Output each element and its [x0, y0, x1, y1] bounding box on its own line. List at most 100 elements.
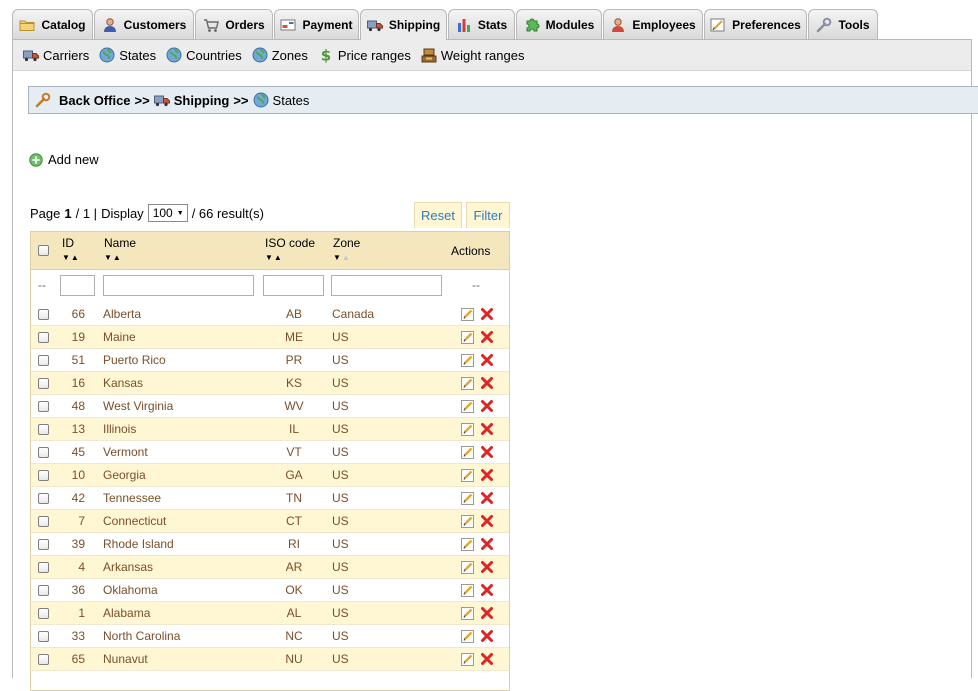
row-checkbox[interactable]	[38, 309, 49, 320]
row-checkbox[interactable]	[38, 447, 49, 458]
row-checkbox[interactable]	[38, 493, 49, 504]
table-row[interactable]: 42 Tennessee TN US	[31, 487, 509, 510]
tab-payment[interactable]: Payment	[274, 9, 359, 39]
edit-icon[interactable]	[461, 514, 475, 528]
subnav-zones[interactable]: Zones	[252, 47, 308, 63]
breadcrumb-root[interactable]: Back Office	[59, 93, 131, 108]
reset-button[interactable]: Reset	[414, 202, 462, 228]
filter-iso-input[interactable]	[263, 275, 324, 296]
tab-preferences[interactable]: Preferences	[704, 9, 807, 39]
row-checkbox[interactable]	[38, 608, 49, 619]
delete-icon[interactable]	[480, 629, 494, 643]
delete-icon[interactable]	[480, 468, 494, 482]
delete-icon[interactable]	[480, 353, 494, 367]
table-row[interactable]: 10 Georgia GA US	[31, 464, 509, 487]
sort-iso-arrows[interactable]: ▼▲	[265, 253, 283, 262]
tab-shipping[interactable]: Shipping	[360, 9, 447, 40]
subnav-countries[interactable]: Countries	[166, 47, 242, 63]
cell-zone: US	[332, 652, 349, 666]
row-checkbox[interactable]	[38, 332, 49, 343]
delete-icon[interactable]	[480, 399, 494, 413]
delete-icon[interactable]	[480, 583, 494, 597]
table-row[interactable]: 7 Connecticut CT US	[31, 510, 509, 533]
delete-icon[interactable]	[480, 422, 494, 436]
filter-name-input[interactable]	[103, 275, 254, 296]
cell-zone: US	[332, 514, 349, 528]
edit-icon[interactable]	[461, 652, 475, 666]
sort-zone-arrows[interactable]: ▼▲	[333, 253, 351, 262]
subnav-states[interactable]: States	[99, 47, 156, 63]
table-row[interactable]: 4 Arkansas AR US	[31, 556, 509, 579]
filter-button[interactable]: Filter	[466, 202, 510, 228]
row-checkbox[interactable]	[38, 516, 49, 527]
delete-icon[interactable]	[480, 560, 494, 574]
cell-id: 13	[71, 422, 85, 436]
filter-id-input[interactable]	[60, 275, 95, 296]
edit-icon[interactable]	[461, 399, 475, 413]
tab-catalog[interactable]: Catalog	[12, 9, 93, 39]
table-row[interactable]: 1 Alabama AL US	[31, 602, 509, 625]
breadcrumb-section[interactable]: Shipping	[174, 93, 230, 108]
edit-icon[interactable]	[461, 491, 475, 505]
tab-customers[interactable]: Customers	[94, 9, 194, 39]
select-all-checkbox[interactable]	[38, 245, 49, 256]
row-checkbox[interactable]	[38, 631, 49, 642]
sort-name-arrows[interactable]: ▼▲	[104, 253, 122, 262]
delete-icon[interactable]	[480, 537, 494, 551]
edit-icon[interactable]	[461, 422, 475, 436]
edit-icon[interactable]	[461, 629, 475, 643]
row-checkbox[interactable]	[38, 470, 49, 481]
table-row[interactable]: 16 Kansas KS US	[31, 372, 509, 395]
edit-icon[interactable]	[461, 606, 475, 620]
tab-stats[interactable]: Stats	[448, 9, 515, 39]
row-checkbox[interactable]	[38, 378, 49, 389]
edit-icon[interactable]	[461, 376, 475, 390]
tab-orders[interactable]: Orders	[195, 9, 273, 39]
tab-employees[interactable]: Employees	[603, 9, 703, 39]
subnav-price-ranges[interactable]: $ Price ranges	[318, 47, 411, 65]
edit-icon[interactable]	[461, 468, 475, 482]
row-checkbox[interactable]	[38, 585, 49, 596]
table-row[interactable]: 51 Puerto Rico PR US	[31, 349, 509, 372]
row-checkbox[interactable]	[38, 355, 49, 366]
table-row[interactable]: 39 Rhode Island RI US	[31, 533, 509, 556]
sort-id-arrows[interactable]: ▼▲	[62, 253, 80, 262]
table-row[interactable]: 65 Nunavut NU US	[31, 648, 509, 671]
add-new-link[interactable]: Add new	[29, 152, 99, 167]
table-row[interactable]: 36 Oklahoma OK US	[31, 579, 509, 602]
delete-icon[interactable]	[480, 445, 494, 459]
row-checkbox[interactable]	[38, 424, 49, 435]
delete-icon[interactable]	[480, 652, 494, 666]
table-row[interactable]: 33 North Carolina NC US	[31, 625, 509, 648]
edit-icon[interactable]	[461, 445, 475, 459]
table-row[interactable]: 48 West Virginia WV US	[31, 395, 509, 418]
edit-icon[interactable]	[461, 307, 475, 321]
delete-icon[interactable]	[480, 491, 494, 505]
edit-icon[interactable]	[461, 330, 475, 344]
row-checkbox[interactable]	[38, 401, 49, 412]
delete-icon[interactable]	[480, 330, 494, 344]
subnav-weight-ranges[interactable]: Weight ranges	[421, 47, 524, 63]
delete-icon[interactable]	[480, 376, 494, 390]
cell-iso-code: ME	[285, 330, 303, 344]
edit-icon[interactable]	[461, 560, 475, 574]
table-row[interactable]: 66 Alberta AB Canada	[31, 303, 509, 326]
table-row[interactable]: 45 Vermont VT US	[31, 441, 509, 464]
delete-icon[interactable]	[480, 307, 494, 321]
filter-zone-select[interactable]	[331, 275, 442, 296]
delete-icon[interactable]	[480, 514, 494, 528]
display-select[interactable]: 100 ▼	[147, 204, 188, 222]
subnav-carriers[interactable]: Carriers	[23, 47, 89, 63]
header-actions: Actions	[451, 244, 491, 258]
delete-icon[interactable]	[480, 606, 494, 620]
edit-icon[interactable]	[461, 353, 475, 367]
tab-tools[interactable]: Tools	[808, 9, 878, 39]
row-checkbox[interactable]	[38, 562, 49, 573]
table-row[interactable]: 13 Illinois IL US	[31, 418, 509, 441]
row-checkbox[interactable]	[38, 539, 49, 550]
tab-modules[interactable]: Modules	[516, 9, 602, 39]
edit-icon[interactable]	[461, 537, 475, 551]
table-row[interactable]: 19 Maine ME US	[31, 326, 509, 349]
row-checkbox[interactable]	[38, 654, 49, 665]
edit-icon[interactable]	[461, 583, 475, 597]
